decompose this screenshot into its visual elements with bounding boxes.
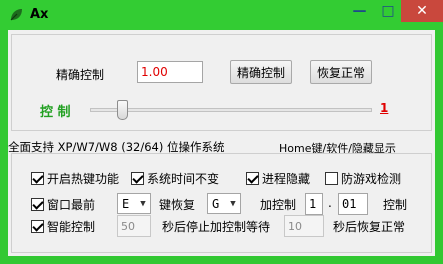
precise-label: 精确控制 — [56, 68, 105, 82]
precise-apply-button[interactable]: 精确控制 — [230, 60, 292, 84]
control-unit-label: 控制 — [383, 198, 408, 212]
key2-value: G — [212, 196, 220, 211]
restore-text: 秒后恢复正常 — [333, 220, 406, 234]
checkbox-empty-icon — [325, 172, 338, 185]
precise-value-input[interactable]: 1.00 — [137, 61, 203, 83]
title-bar[interactable]: Ax — □ ✕ — [0, 0, 443, 30]
key1-select[interactable]: E ▼ — [117, 193, 151, 214]
smart-label: 智能控制 — [47, 220, 96, 234]
checkmark-icon — [31, 220, 44, 233]
smart-checkbox[interactable]: 智能控制 — [31, 218, 95, 235]
restore-seconds-input[interactable]: 10 — [284, 215, 324, 237]
topmost-label: 窗口最前 — [47, 198, 96, 212]
add-frac-input[interactable]: 01 — [338, 193, 368, 215]
checkmark-icon — [131, 172, 144, 185]
anti-detect-label: 防游戏检测 — [341, 172, 402, 186]
slider-label: 控 制 — [40, 105, 71, 120]
slider-value: 1 — [380, 101, 389, 115]
systime-checkbox[interactable]: 系统时间不变 — [131, 170, 219, 187]
hide-process-label: 进程隐藏 — [262, 172, 311, 186]
chevron-down-icon: ▼ — [140, 198, 146, 209]
hotkey-label: 开启热键功能 — [47, 172, 120, 186]
client-area: 精确控制 1.00 精确控制 恢复正常 控 制 1 全面支持 XP/W7/W8 … — [8, 30, 435, 256]
app-window: Ax — □ ✕ 精确控制 1.00 精确控制 恢复正常 控 制 1 全面支持 … — [0, 0, 443, 264]
window-title: Ax — [30, 7, 49, 22]
minimize-button[interactable]: — — [344, 0, 375, 22]
checkmark-icon — [31, 198, 44, 211]
add-control-label: 加控制 — [260, 198, 297, 212]
control-slider-thumb[interactable] — [117, 100, 129, 120]
chevron-down-icon: ▼ — [230, 198, 236, 209]
stop-wait-text: 秒后停止加控制等待 — [162, 220, 271, 234]
leaf-icon — [10, 9, 22, 21]
stop-seconds-input[interactable]: 50 — [117, 215, 151, 237]
checkmark-icon — [31, 172, 44, 185]
topmost-checkbox[interactable]: 窗口最前 — [31, 196, 95, 213]
key1-value: E — [122, 196, 130, 211]
hotkey-checkbox[interactable]: 开启热键功能 — [31, 170, 119, 187]
hide-process-checkbox[interactable]: 进程隐藏 — [246, 170, 310, 187]
systime-label: 系统时间不变 — [147, 172, 220, 186]
control-slider-track[interactable] — [90, 108, 372, 112]
maximize-button[interactable]: □ — [375, 0, 401, 22]
close-button[interactable]: ✕ — [401, 0, 443, 22]
key2-select[interactable]: G ▼ — [207, 193, 241, 214]
restore-key-label: 键恢复 — [159, 198, 196, 212]
reset-button[interactable]: 恢复正常 — [310, 60, 372, 84]
dot-label: . — [328, 196, 332, 210]
checkmark-icon — [246, 172, 259, 185]
anti-detect-checkbox[interactable]: 防游戏检测 — [325, 170, 401, 187]
add-int-input[interactable]: 1 — [305, 193, 323, 215]
